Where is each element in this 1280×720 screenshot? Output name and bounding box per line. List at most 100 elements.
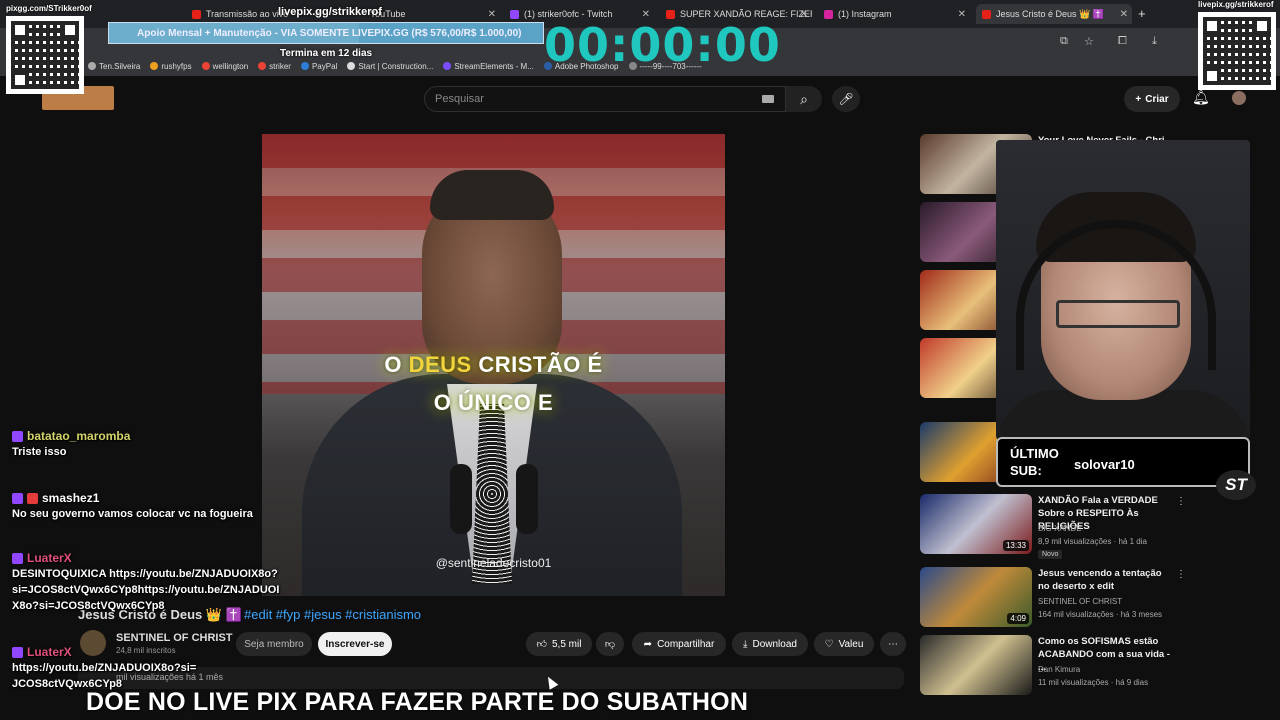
more-vert-icon[interactable]: ⋮ [1176, 569, 1186, 580]
new-tab-button[interactable]: + [1138, 6, 1146, 21]
video-thumbnail[interactable]: 4:09 [920, 567, 1032, 627]
last-sub-widget: ÚLTIMO SUB: solovar10 [996, 437, 1250, 487]
bookmark-item[interactable]: StreamElements - M... [443, 62, 534, 71]
chat-text: Triste isso [12, 446, 67, 458]
chat-message: LuaterX DESINTOQUIXICA https://youtu.be/… [12, 550, 282, 614]
channel-name[interactable]: SENTINEL OF CHRIST [116, 632, 233, 644]
thanks-button[interactable]: ♡ Valeu [814, 632, 874, 656]
dislike-button[interactable]: 👎︎ [596, 632, 624, 656]
video-person-hair [430, 170, 554, 220]
keyboard-icon[interactable] [762, 95, 774, 103]
cast-icon[interactable]: ⧉ [1060, 35, 1068, 48]
search-input[interactable]: Pesquisar [424, 86, 786, 112]
qr-code-left: pixgg.com/STrikker0of [6, 4, 92, 94]
heart-dollar-icon: ♡ [824, 638, 834, 650]
thumbs-up-icon: 👍︎ [536, 639, 547, 650]
voice-search-button[interactable]: 🎤︎ [832, 86, 860, 112]
qr-left-label: pixgg.com/STrikker0of [6, 4, 92, 13]
twitch-icon [510, 9, 519, 19]
close-icon[interactable]: ✕ [800, 9, 808, 20]
livepix-link: livepix.gg/strikkerof [278, 6, 382, 18]
chat-username: LuaterX [27, 645, 72, 659]
chat-username: batatao_maromba [27, 429, 131, 443]
podium-mic [450, 464, 472, 534]
last-sub-label: SUB: [1010, 463, 1042, 478]
video-thumbnail[interactable] [920, 635, 1032, 695]
podium-mic [516, 464, 538, 534]
youtube-icon [982, 9, 991, 19]
last-sub-name: solovar10 [1074, 457, 1135, 472]
instagram-icon [824, 9, 833, 19]
like-button[interactable]: 👍︎ 5,5 mil [526, 632, 592, 656]
goal-ends: Termina em 12 dias [280, 48, 373, 59]
more-icon: ⋯ [888, 638, 898, 650]
recommended-title[interactable]: Jesus vencendo a tentação no deserto x e… [1038, 567, 1174, 593]
tab-label: (1) Instagram [838, 9, 892, 19]
subscribe-button[interactable]: Inscrever-se [318, 632, 392, 656]
download-icon[interactable]: ⤓ [1152, 35, 1157, 48]
video-thumbnail[interactable]: 13:33 [920, 494, 1032, 554]
download-button[interactable]: ⤓ Download [732, 632, 808, 656]
bookmark-item[interactable]: rushyfps [150, 62, 192, 71]
video-duration: 4:09 [1007, 613, 1029, 624]
webcam-feed [996, 140, 1250, 440]
mic-icon: 🎤︎ [838, 92, 854, 106]
notifications-bell-icon[interactable]: 🔔︎ [1192, 89, 1210, 106]
tab-label: Jesus Cristo é Deus 👑 ✝️ [996, 8, 1104, 19]
recommended-video[interactable]: Como os SOFISMAS estão ACABANDO com a su… [920, 635, 1178, 695]
star-icon[interactable]: ☆ [1084, 35, 1094, 48]
thumbs-down-icon: 👎︎ [604, 639, 616, 650]
close-icon[interactable]: ✕ [1120, 9, 1128, 20]
recommended-video[interactable]: 13:33 XANDÃO Fala a VERDADE Sobre o RESP… [920, 494, 1186, 559]
bookmark-item[interactable]: Start | Construction... [347, 62, 433, 71]
chat-message: LuaterX https://youtu.be/ZNJADUOIX8o?si=… [12, 644, 202, 692]
join-button[interactable]: Seja membro [236, 632, 312, 656]
tab-instagram[interactable]: (1) Instagram ✕ [818, 4, 970, 24]
download-icon: ⤓ [743, 638, 748, 650]
share-button[interactable]: ➦ Compartilhar [632, 632, 726, 656]
bookmark-item[interactable]: wellington [201, 62, 248, 71]
bookmark-item[interactable]: striker [258, 62, 291, 71]
new-badge: Novo [1038, 550, 1063, 559]
close-icon[interactable]: ✕ [488, 9, 496, 20]
create-button[interactable]: + Criar [1124, 86, 1180, 112]
qr-right-label: livepix.gg/strikkerof [1198, 0, 1274, 9]
streamer-logo: ST [1216, 470, 1256, 500]
plus-icon: + [1135, 93, 1142, 105]
search-button[interactable]: ⌕ [786, 86, 822, 112]
video-caption-line1: O DEUS CRISTÃO É [384, 352, 603, 377]
twitch-icon [12, 430, 23, 442]
close-icon[interactable]: ✕ [958, 9, 966, 20]
bookmark-item[interactable]: Ten.Silveira [88, 62, 140, 71]
chat-text: DESINTOQUIXICA https://youtu.be/ZNJADUOI… [12, 568, 280, 612]
glasses [1056, 300, 1180, 328]
last-sub-label: ÚLTIMO [1010, 446, 1059, 461]
bookmark-item[interactable]: PayPal [300, 62, 337, 71]
qr-code-right: livepix.gg/strikkerof [1198, 0, 1276, 90]
chat-username: smashez1 [42, 491, 100, 505]
extensions-icon[interactable]: ⧠ [1118, 35, 1127, 48]
chat-username: LuaterX [27, 551, 72, 565]
recommended-meta: 8,9 mil visualizações · há 1 dia [1038, 537, 1147, 546]
video-player[interactable]: O DEUS CRISTÃO É O ÚNICO E @sentineladec… [262, 134, 725, 596]
recommended-video[interactable]: 4:09 Jesus vencendo a tentação no desert… [920, 567, 1186, 627]
chat-text: No seu governo vamos colocar vc na fogue… [12, 508, 253, 520]
recommended-channel[interactable]: BIG XANDE [1038, 524, 1082, 533]
share-icon: ➦ [643, 638, 653, 650]
more-actions-button[interactable]: ⋯ [880, 632, 906, 656]
chat-message: smashez1 No seu governo vamos colocar vc… [12, 490, 262, 522]
more-vert-icon[interactable]: ⋮ [1176, 496, 1186, 507]
tab-jesus-active[interactable]: Jesus Cristo é Deus 👑 ✝️ ✕ [976, 4, 1132, 24]
recommended-channel[interactable]: Dan Kimura [1038, 665, 1080, 674]
search-icon: ⌕ [800, 90, 808, 107]
twitch-icon [12, 552, 23, 564]
youtube-icon [192, 9, 201, 19]
chat-message: batatao_maromba Triste isso [12, 428, 252, 460]
donation-goal-bar: Apoio Mensal + Manutenção - VIA SOMENTE … [108, 22, 544, 44]
goal-text: Apoio Mensal + Manutenção - VIA SOMENTE … [137, 27, 522, 39]
video-caption-line2: O ÚNICO E [433, 390, 554, 415]
subathon-timer: 00:00:00 [544, 18, 781, 72]
sub-badge-icon [27, 492, 38, 504]
recommended-channel[interactable]: SENTINEL OF CHRIST [1038, 597, 1122, 606]
avatar[interactable] [1232, 91, 1246, 105]
